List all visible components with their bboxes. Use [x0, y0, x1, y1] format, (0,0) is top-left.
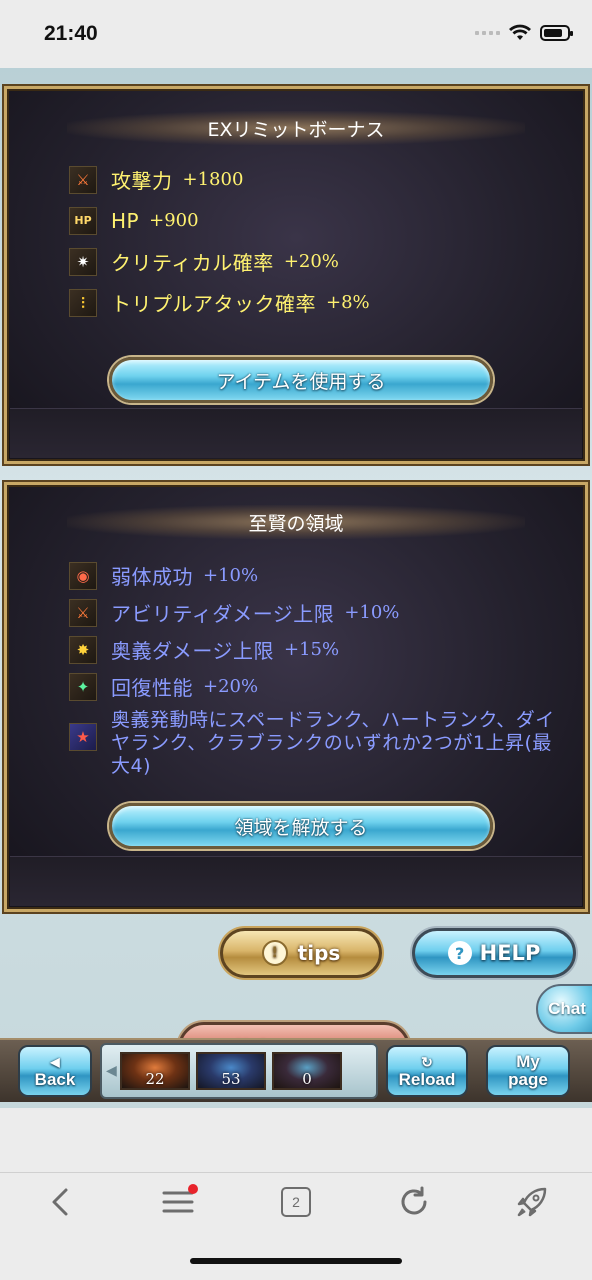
browser-back-button[interactable]: [38, 1180, 82, 1224]
panel-title: EXリミットボーナス: [67, 111, 525, 145]
thumbnail[interactable]: 22: [120, 1052, 190, 1090]
panel-footer: [10, 856, 582, 906]
cellular-signal-icon: [475, 31, 500, 35]
tips-button[interactable]: ! tips: [220, 928, 382, 978]
question-icon: ?: [447, 941, 472, 965]
bonus-value: +10%: [203, 565, 259, 586]
back-button[interactable]: ◀ Back: [18, 1045, 92, 1097]
status-icons: [475, 24, 573, 42]
reload-icon: ↻: [421, 1054, 433, 1070]
browser-rocket-button[interactable]: [510, 1180, 554, 1224]
help-button[interactable]: ? HELP: [412, 928, 576, 978]
ougi-damage-cap-icon: ✸: [69, 635, 97, 664]
bonus-value: +900: [149, 210, 199, 231]
bonus-value: +10%: [344, 602, 400, 623]
tips-label: tips: [297, 941, 341, 965]
bonus-label: HP: [111, 208, 140, 233]
scroll-left-icon[interactable]: ◀: [106, 1063, 117, 1079]
bonus-label: 回復性能: [111, 676, 193, 700]
ex-limit-bonus-list: ⚔ 攻撃力 +1800 HP HP +900 ✷ クリティカル確率 +20% ⫶…: [69, 159, 565, 323]
bonus-row-heal: ✦ 回復性能 +20%: [69, 668, 565, 705]
bonus-row-debuff-success: ◉ 弱体成功 +10%: [69, 557, 565, 594]
thumbnail[interactable]: 0: [272, 1052, 342, 1090]
panel-title: 至賢の領域: [67, 505, 525, 539]
status-bar: 21:40: [0, 0, 592, 68]
game-nav-bar: ◀ Back ◀ 22 53 0 ↻ Reload My page: [0, 1038, 592, 1102]
wisdom-domain-panel: 至賢の領域 ◉ 弱体成功 +10% ⚔ アビリティダメージ上限 +10% ✸ 奥…: [4, 482, 588, 912]
bonus-label: アビリティダメージ上限: [111, 602, 335, 626]
panel-footer: [10, 408, 582, 458]
ability-damage-cap-icon: ⚔: [69, 598, 97, 627]
game-view: EXリミットボーナス ⚔ 攻撃力 +1800 HP HP +900 ✷ クリティ…: [0, 68, 592, 1108]
bonus-label: トリプルアタック確率: [111, 292, 316, 316]
hp-icon: HP: [69, 206, 97, 235]
bonus-row-hp: HP HP +900: [69, 200, 565, 241]
bonus-label: クリティカル確率: [111, 251, 274, 275]
bonus-row-ability-damage-cap: ⚔ アビリティダメージ上限 +10%: [69, 594, 565, 631]
bonus-row-ougi-damage-cap: ✸ 奥義ダメージ上限 +15%: [69, 631, 565, 668]
star-icon: ★: [69, 723, 97, 751]
tab-count: 2: [281, 1187, 311, 1217]
lightbulb-icon: !: [261, 940, 288, 966]
chat-label: Chat: [548, 999, 586, 1018]
attack-icon: ⚔: [69, 165, 97, 194]
heal-icon: ✦: [69, 672, 97, 701]
browser-tabs-button[interactable]: 2: [274, 1180, 318, 1224]
mypage-label-line2: page: [508, 1070, 548, 1089]
use-item-button[interactable]: アイテムを使用する: [109, 357, 493, 403]
bonus-value: +20%: [283, 251, 339, 272]
browser-toolbar-background: [0, 1108, 592, 1172]
critical-icon: ✷: [69, 247, 97, 276]
notification-dot: [188, 1184, 198, 1194]
thumbnail[interactable]: 53: [196, 1052, 266, 1090]
bonus-label: 奥義ダメージ上限: [111, 639, 274, 663]
chevron-left-icon: [52, 1188, 68, 1216]
bonus-label: 攻撃力: [111, 169, 173, 193]
wifi-icon: [509, 24, 531, 40]
bonus-value: +15%: [284, 639, 340, 660]
unlock-domain-button[interactable]: 領域を解放する: [109, 803, 493, 849]
triple-attack-icon: ⫶: [69, 288, 97, 317]
back-label: Back: [34, 1070, 76, 1089]
rocket-icon: [517, 1187, 547, 1217]
mypage-button[interactable]: My page: [486, 1045, 570, 1097]
bonus-value: +20%: [203, 676, 259, 697]
reload-label: Reload: [398, 1070, 456, 1089]
refresh-icon: [401, 1186, 427, 1215]
bonus-value: +1800: [182, 169, 244, 190]
bonus-value: +8%: [326, 292, 370, 313]
ex-limit-bonus-panel: EXリミットボーナス ⚔ 攻撃力 +1800 HP HP +900 ✷ クリティ…: [4, 86, 588, 464]
browser-reload-button[interactable]: [392, 1180, 436, 1224]
wisdom-bonus-list: ◉ 弱体成功 +10% ⚔ アビリティダメージ上限 +10% ✸ 奥義ダメージ上…: [69, 557, 565, 778]
chat-button[interactable]: Chat: [536, 984, 592, 1034]
back-arrow-icon: ◀: [50, 1055, 60, 1069]
help-label: HELP: [479, 941, 541, 965]
reload-button[interactable]: ↻ Reload: [386, 1045, 468, 1097]
home-indicator: [190, 1258, 402, 1264]
bonus-label: 奥義発動時にスペードランク、ハートランク、ダイヤランク、クラブランクのいずれか2…: [111, 709, 555, 777]
mypage-label-line1: My: [516, 1052, 540, 1071]
bonus-row-critical: ✷ クリティカル確率 +20%: [69, 241, 565, 282]
status-time: 21:40: [44, 22, 98, 45]
quest-thumbnail-strip: ◀ 22 53 0: [100, 1043, 378, 1099]
battery-icon: [540, 25, 573, 41]
bonus-row-rank-up: ★ 奥義発動時にスペードランク、ハートランク、ダイヤランク、クラブランクのいずれ…: [69, 705, 565, 778]
bonus-row-attack: ⚔ 攻撃力 +1800: [69, 159, 565, 200]
bonus-row-triple-attack: ⫶ トリプルアタック確率 +8%: [69, 282, 565, 323]
bonus-label: 弱体成功: [111, 565, 193, 589]
browser-menu-button[interactable]: [156, 1180, 200, 1224]
debuff-success-icon: ◉: [69, 561, 97, 590]
